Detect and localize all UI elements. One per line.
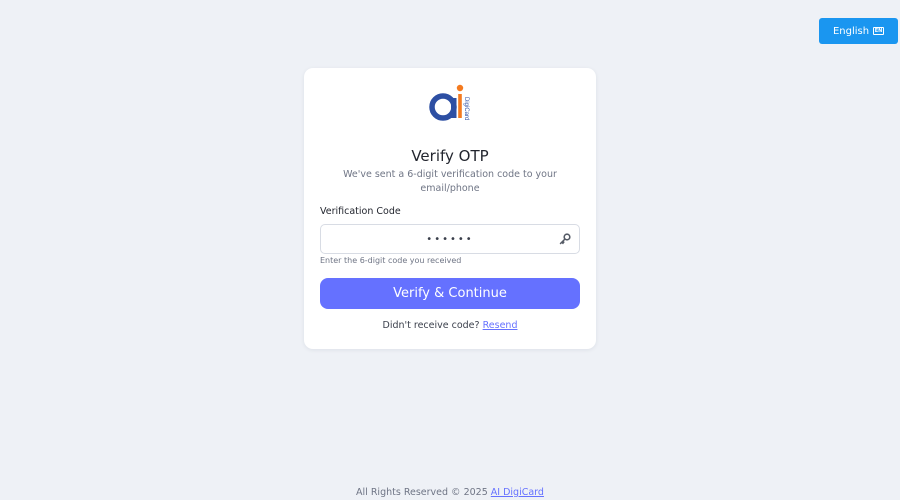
- resend-row: Didn't receive code? Resend: [304, 320, 596, 331]
- page-subtitle: We've sent a 6-digit verification code t…: [343, 169, 557, 194]
- verification-code-label: Verification Code: [320, 206, 401, 217]
- language-flag-icon: EN: [873, 27, 885, 35]
- language-label: English: [832, 25, 870, 37]
- footer: All Rights Reserved © 2025 AI DigiCard: [0, 487, 900, 498]
- company-link[interactable]: AI DigiCard: [491, 487, 544, 498]
- verification-code-helper: Enter the 6-digit code you received: [320, 256, 462, 265]
- language-selector-button[interactable]: English EN: [819, 18, 898, 44]
- page-title: Verify OTP: [411, 147, 489, 165]
- logo-wordmark: DigiCard: [463, 97, 469, 120]
- verification-code-input[interactable]: [320, 224, 580, 254]
- ai-digicard-logo: DigiCard: [429, 84, 469, 121]
- resend-prompt: Didn't receive code?: [382, 320, 480, 331]
- resend-link[interactable]: Resend: [483, 320, 518, 331]
- copyright-text: All Rights Reserved © 2025: [356, 487, 488, 498]
- logo-letter-a: [429, 93, 457, 121]
- logo-letter-i: [456, 84, 464, 118]
- verify-continue-button[interactable]: Verify & Continue: [320, 278, 580, 309]
- key-icon[interactable]: [559, 233, 571, 245]
- otp-card: DigiCard Verify OTP We've sent a 6-digit…: [304, 68, 596, 349]
